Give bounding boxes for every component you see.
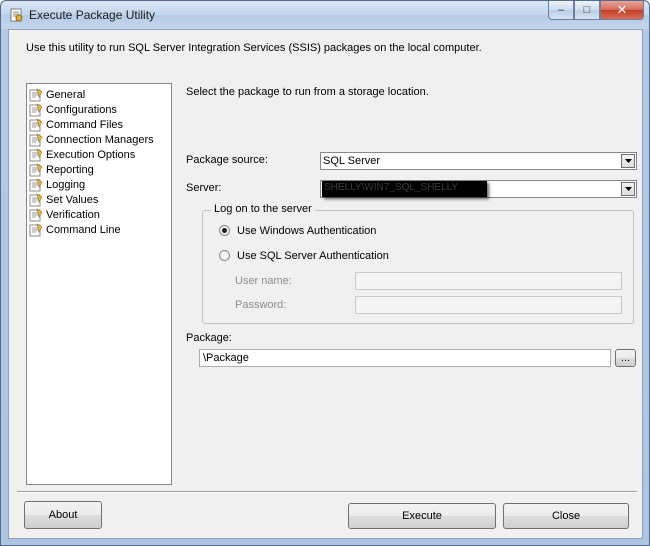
page-settings-icon xyxy=(29,147,43,161)
dropdown-button[interactable] xyxy=(621,182,635,196)
package-path-value: \Package xyxy=(203,352,249,364)
page-navigation-list[interactable]: General Configurations Command Files Con… xyxy=(26,83,172,485)
page-settings-icon xyxy=(29,162,43,176)
username-label: User name: xyxy=(235,275,292,287)
instruction-text: Select the package to run from a storage… xyxy=(186,86,429,98)
page-settings-icon xyxy=(29,222,43,236)
page-settings-icon xyxy=(29,102,43,116)
page-settings-icon xyxy=(29,177,43,191)
redacted-server-name: SHELLY\WIN7_SQL_SHELLY xyxy=(322,181,487,197)
browse-label: ... xyxy=(620,352,631,364)
nav-item-label: Configurations xyxy=(46,103,117,116)
logon-groupbox-title: Log on to the server xyxy=(211,203,315,215)
about-button[interactable]: About xyxy=(24,501,102,529)
close-window-button[interactable]: ✕ xyxy=(600,1,644,20)
logon-groupbox: Log on to the server Use Windows Authent… xyxy=(202,203,634,324)
package-label: Package: xyxy=(186,332,232,344)
server-label: Server: xyxy=(186,182,222,194)
package-source-value: SQL Server xyxy=(323,155,381,167)
nav-item-general[interactable]: General xyxy=(29,87,85,102)
nav-item-configurations[interactable]: Configurations xyxy=(29,102,117,117)
package-source-dropdown[interactable]: SQL Server xyxy=(320,152,637,170)
nav-item-connection-managers[interactable]: Connection Managers xyxy=(29,132,154,147)
nav-item-verification[interactable]: Verification xyxy=(29,207,100,222)
execute-label: Execute xyxy=(402,510,442,522)
maximize-button[interactable]: □ xyxy=(574,1,600,20)
package-source-label: Package source: xyxy=(186,154,268,166)
page-settings-icon xyxy=(29,117,43,131)
title-bar[interactable]: Execute Package Utility – □ ✕ xyxy=(1,1,649,29)
package-path-field[interactable]: \Package xyxy=(199,349,611,367)
minimize-icon: – xyxy=(557,4,565,16)
windows-auth-radio[interactable] xyxy=(219,225,230,236)
redacted-text: SHELLY\WIN7_SQL_SHELLY xyxy=(324,182,459,193)
nav-item-label: Execution Options xyxy=(46,148,136,161)
close-icon: ✕ xyxy=(616,2,628,17)
page-settings-icon xyxy=(29,87,43,101)
nav-item-label: Set Values xyxy=(46,193,99,206)
execute-package-window: Execute Package Utility – □ ✕ Use this u… xyxy=(0,0,650,546)
nav-item-label: Command Line xyxy=(46,223,121,236)
execute-button[interactable]: Execute xyxy=(348,503,496,529)
browse-package-button[interactable]: ... xyxy=(615,349,636,367)
nav-item-logging[interactable]: Logging xyxy=(29,177,85,192)
page-settings-icon xyxy=(29,207,43,221)
about-label: About xyxy=(48,509,78,521)
utility-description: Use this utility to run SQL Server Integ… xyxy=(26,42,482,54)
sql-auth-radio[interactable] xyxy=(219,250,230,261)
nav-item-label: Command Files xyxy=(46,118,124,131)
footer-separator xyxy=(17,491,637,493)
nav-item-command-files[interactable]: Command Files xyxy=(29,117,123,132)
nav-item-label: Reporting xyxy=(46,163,94,176)
dropdown-button[interactable] xyxy=(621,154,635,168)
chevron-down-icon xyxy=(624,159,632,163)
server-dropdown[interactable]: SHELLY\WIN7_SQL_SHELLY xyxy=(320,180,637,198)
page-settings-icon xyxy=(29,132,43,146)
password-label: Password: xyxy=(235,299,287,311)
chevron-down-icon xyxy=(624,187,632,191)
maximize-icon: □ xyxy=(583,4,591,16)
nav-item-set-values[interactable]: Set Values xyxy=(29,192,98,207)
dialog-client-area: Use this utility to run SQL Server Integ… xyxy=(8,29,643,539)
nav-item-label: Verification xyxy=(46,208,100,221)
nav-item-command-line[interactable]: Command Line xyxy=(29,222,121,237)
nav-item-execution-options[interactable]: Execution Options xyxy=(29,147,135,162)
page-settings-icon xyxy=(29,192,43,206)
nav-item-reporting[interactable]: Reporting xyxy=(29,162,94,177)
windows-auth-label[interactable]: Use Windows Authentication xyxy=(237,225,376,237)
caption-buttons: – □ ✕ xyxy=(548,1,644,20)
close-button[interactable]: Close xyxy=(503,503,629,529)
window-title: Execute Package Utility xyxy=(29,8,156,22)
sql-auth-label[interactable]: Use SQL Server Authentication xyxy=(237,250,389,262)
username-field[interactable] xyxy=(355,272,622,290)
close-label: Close xyxy=(551,510,581,522)
nav-item-label: General xyxy=(46,88,86,101)
application-icon xyxy=(10,8,23,22)
password-field[interactable] xyxy=(355,296,622,314)
nav-item-label: Logging xyxy=(46,178,86,191)
minimize-button[interactable]: – xyxy=(548,1,574,20)
nav-item-label: Connection Managers xyxy=(46,133,154,146)
